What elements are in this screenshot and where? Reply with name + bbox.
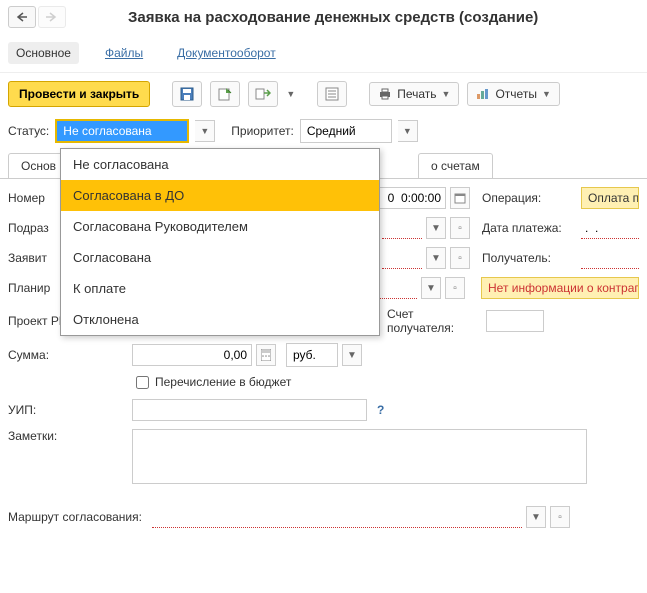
tab-main[interactable]: Основное	[8, 42, 79, 64]
basis-caret[interactable]: ▼	[286, 89, 295, 99]
basis-button[interactable]	[248, 81, 278, 107]
budget-check-label: Перечисление в бюджет	[155, 375, 291, 389]
paydate-input[interactable]	[581, 217, 639, 239]
print-button[interactable]: Печать ▼	[369, 82, 459, 106]
priority-label: Приоритет:	[231, 124, 294, 138]
route-open[interactable]: ▫	[550, 506, 570, 528]
form-tab-accounts[interactable]: о счетам	[418, 153, 493, 178]
arrow-left-icon	[16, 12, 28, 22]
route-label: Маршрут согласования:	[8, 510, 148, 524]
currency-combo[interactable]	[286, 343, 338, 367]
operation-value[interactable]: Оплата п	[581, 187, 639, 209]
status-label: Статус:	[8, 124, 49, 138]
status-option[interactable]: Согласована в ДО	[61, 180, 379, 211]
reports-label: Отчеты	[495, 87, 536, 101]
reports-button[interactable]: Отчеты ▼	[467, 82, 559, 106]
warn-box: Нет информации о контраг	[481, 277, 639, 299]
chart-icon	[476, 88, 490, 100]
status-dropdown-list[interactable]: Не согласована Согласована в ДО Согласов…	[60, 148, 380, 336]
post-icon	[218, 87, 232, 101]
applicant-label: Заявит	[8, 251, 58, 265]
print-label: Печать	[397, 87, 436, 101]
print-caret-icon: ▼	[442, 89, 451, 99]
priority-combo[interactable]	[300, 119, 392, 143]
status-dropdown-button[interactable]: ▼	[195, 120, 215, 142]
status-option[interactable]: Отклонена	[61, 304, 379, 335]
forward-button[interactable]	[38, 6, 66, 28]
priority-dropdown-button[interactable]: ▼	[398, 120, 418, 142]
sum-input[interactable]	[132, 344, 252, 366]
operation-label: Операция:	[482, 191, 577, 205]
plan-dropdown[interactable]: ▼	[421, 277, 441, 299]
plan-input[interactable]	[377, 277, 417, 299]
applicant-dropdown[interactable]: ▼	[426, 247, 446, 269]
doc-arrow-icon	[255, 87, 271, 101]
uip-input[interactable]	[132, 399, 367, 421]
priority-input[interactable]	[301, 121, 391, 141]
back-button[interactable]	[8, 6, 36, 28]
list-button[interactable]	[317, 81, 347, 107]
status-combo[interactable]	[55, 119, 189, 143]
currency-input[interactable]	[287, 345, 337, 365]
calc-button[interactable]	[256, 344, 276, 366]
calendar-button[interactable]	[450, 187, 470, 209]
status-option[interactable]: Согласована	[61, 242, 379, 273]
route-input[interactable]	[152, 506, 522, 528]
applicant-input[interactable]	[382, 247, 422, 269]
recipient-label: Получатель:	[482, 251, 577, 265]
save-icon	[180, 87, 194, 101]
status-option[interactable]: К оплате	[61, 273, 379, 304]
tab-docflow[interactable]: Документооборот	[169, 42, 284, 64]
sum-label: Сумма:	[8, 348, 128, 362]
uip-label: УИП:	[8, 403, 128, 417]
list-icon	[325, 87, 339, 101]
uip-help[interactable]: ?	[377, 403, 384, 417]
reports-caret-icon: ▼	[542, 89, 551, 99]
status-input[interactable]	[57, 121, 187, 141]
currency-dropdown[interactable]: ▼	[342, 344, 362, 366]
post-button[interactable]	[210, 81, 240, 107]
status-option[interactable]: Не согласована	[61, 149, 379, 180]
paydate-label: Дата платежа:	[482, 221, 577, 235]
plan-open[interactable]: ▫	[445, 277, 465, 299]
notes-label: Заметки:	[8, 429, 128, 443]
tab-files[interactable]: Файлы	[97, 42, 151, 64]
podr-label: Подраз	[8, 221, 58, 235]
applicant-open[interactable]: ▫	[450, 247, 470, 269]
save-button[interactable]	[172, 81, 202, 107]
page-title: Заявка на расходование денежных средств …	[128, 9, 538, 26]
podr-input[interactable]	[382, 217, 422, 239]
podr-dropdown[interactable]: ▼	[426, 217, 446, 239]
submit-close-button[interactable]: Провести и закрыть	[8, 81, 150, 107]
account-input[interactable]	[486, 310, 544, 332]
calculator-icon	[261, 349, 271, 361]
budget-checkbox[interactable]	[136, 376, 149, 389]
notes-textarea[interactable]	[132, 429, 587, 484]
arrow-right-icon	[46, 12, 58, 22]
route-dropdown[interactable]: ▼	[526, 506, 546, 528]
status-option[interactable]: Согласована Руководителем	[61, 211, 379, 242]
plan-label: Планир	[8, 281, 58, 295]
recipient-input[interactable]	[581, 247, 639, 269]
account-label: Счет получателя:	[387, 307, 482, 335]
printer-icon	[378, 88, 392, 100]
podr-open[interactable]: ▫	[450, 217, 470, 239]
number-label: Номер	[8, 191, 58, 205]
calendar-icon	[454, 192, 466, 204]
